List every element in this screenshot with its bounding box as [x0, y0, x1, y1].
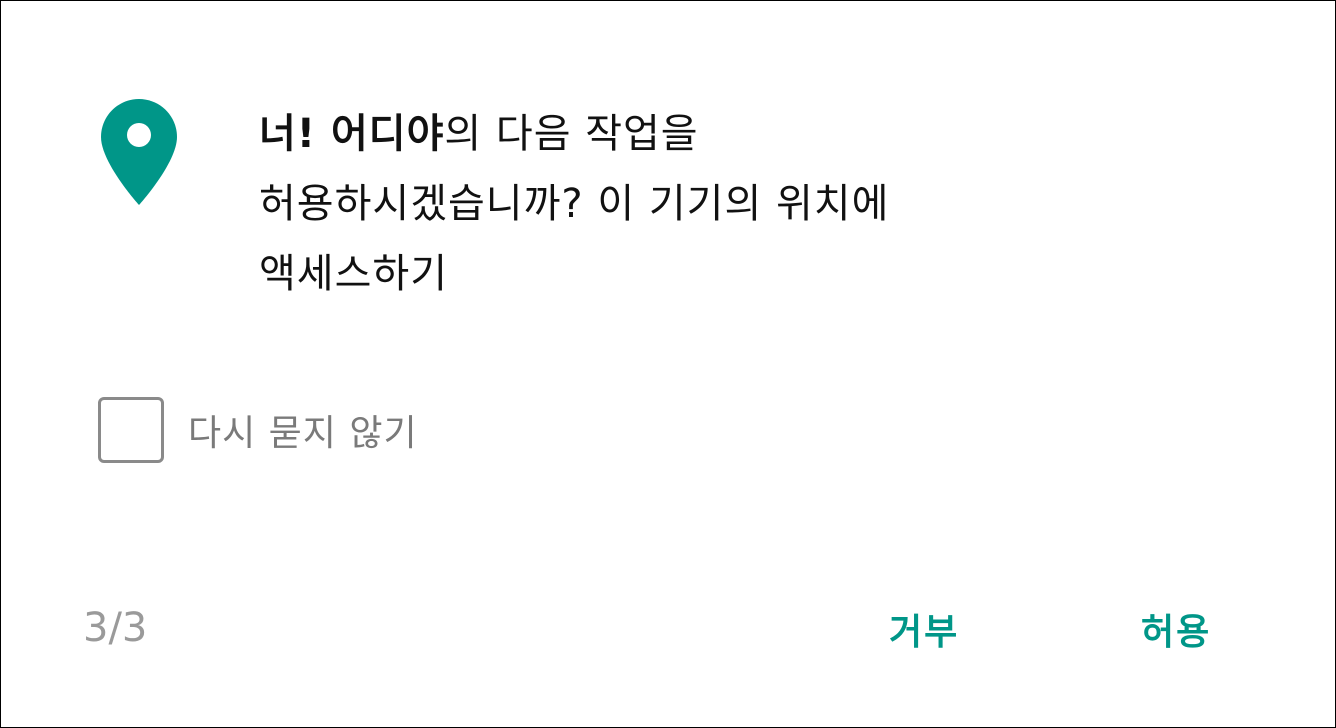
location-pin-icon — [101, 99, 177, 205]
dont-ask-again-label: 다시 묻지 않기 — [188, 413, 418, 454]
dont-ask-again-row[interactable]: 다시 묻지 않기 — [98, 397, 418, 463]
page-counter: 3/3 — [83, 605, 148, 651]
message-line1-text: 의 다음 작업을 — [444, 111, 699, 157]
permission-dialog: 너! 어디야의 다음 작업을허용하시겠습니까? 이 기기의 위치에액세스하기 다… — [0, 0, 1336, 728]
deny-button[interactable]: 거부 — [877, 599, 971, 659]
permission-message: 너! 어디야의 다음 작업을허용하시겠습니까? 이 기기의 위치에액세스하기 — [259, 99, 1159, 309]
dont-ask-again-checkbox[interactable] — [98, 397, 164, 463]
message-line3-text: 액세스하기 — [259, 251, 448, 297]
allow-button[interactable]: 허용 — [1129, 599, 1223, 659]
app-name: 너! 어디야 — [259, 111, 445, 157]
message-line2-text: 허용하시겠습니까? 이 기기의 위치에 — [259, 181, 890, 227]
